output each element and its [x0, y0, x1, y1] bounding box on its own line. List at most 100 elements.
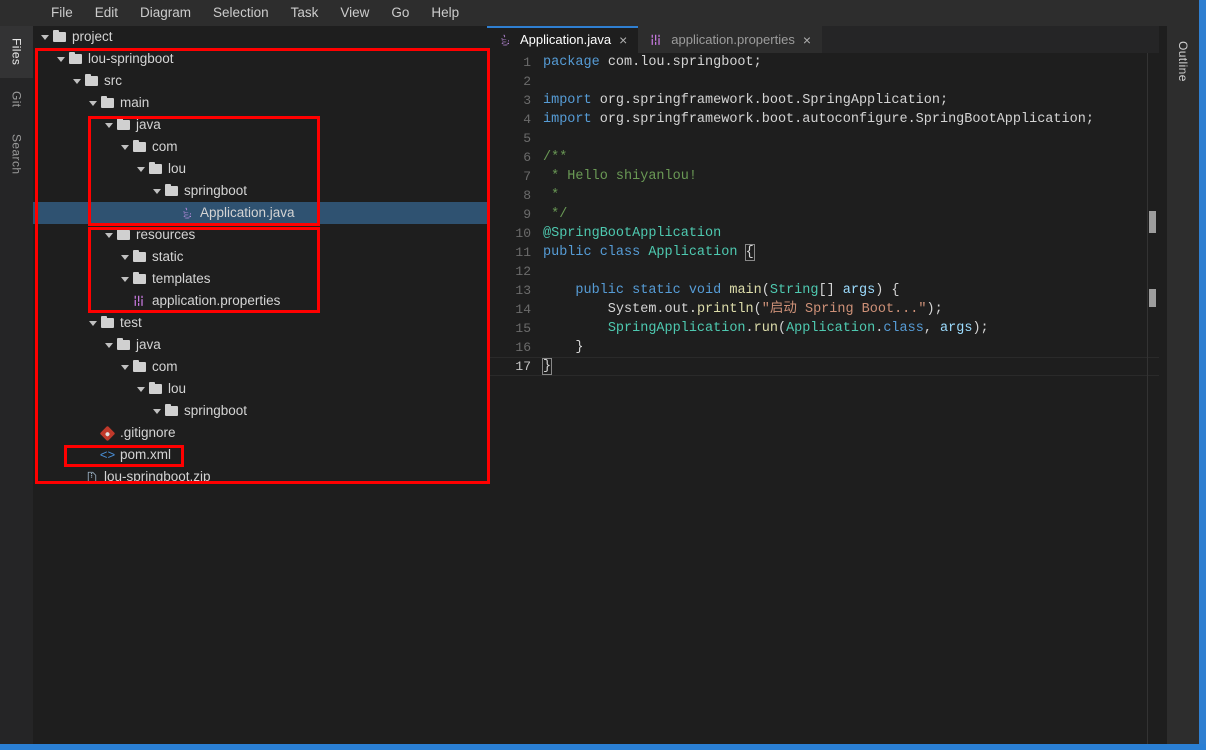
code-line: 8 * — [487, 186, 1159, 205]
code-token: class — [883, 321, 924, 336]
tree-item-pom-xml[interactable]: <> pom.xml — [33, 444, 487, 466]
tree-item-label: static — [152, 249, 184, 264]
folder-icon — [163, 400, 180, 422]
file-explorer-tree[interactable]: project lou-springboot src main java com lou sp… — [33, 26, 487, 744]
code-token: SpringApplication — [607, 321, 746, 336]
code-token: String — [769, 283, 819, 298]
line-number: 2 — [523, 74, 531, 89]
chevron-down-icon[interactable] — [118, 356, 131, 378]
rail-item-files[interactable]: Files — [0, 26, 33, 78]
code-content[interactable]: 1 package com.lou.springboot; 2 3 import org… — [487, 53, 1159, 744]
editor-tab-bar: Application.java × application.properties × — [487, 26, 1159, 53]
tree-item-label: lou-springboot — [88, 51, 174, 66]
folder-icon — [83, 70, 100, 92]
tree-item-src[interactable]: src — [33, 70, 487, 92]
editor-tab-application-properties[interactable]: application.properties × — [638, 26, 823, 53]
folder-icon — [51, 26, 68, 48]
editor-tab-application-java[interactable]: Application.java × — [487, 26, 639, 53]
folder-icon — [163, 180, 180, 202]
tree-item-label: resources — [136, 227, 196, 242]
code-token: ; — [1085, 112, 1094, 127]
code-token: ); — [972, 321, 989, 336]
tree-item-lou[interactable]: lou — [33, 158, 487, 180]
code-token: System.out. — [543, 302, 697, 317]
chevron-down-icon[interactable] — [38, 26, 51, 48]
tree-item-label: Application.java — [200, 205, 295, 220]
chevron-down-icon[interactable] — [102, 334, 115, 356]
menu-item-selection[interactable]: Selection — [202, 1, 280, 25]
code-line-text: package com.lou.springboot; — [543, 53, 762, 72]
editor-tab-label: Application.java — [520, 32, 612, 47]
chevron-down-icon[interactable] — [118, 246, 131, 268]
ide-window: File Edit Diagram Selection Task View Go Help F… — [0, 0, 1206, 750]
line-number: 6 — [523, 150, 531, 165]
menu-item-view[interactable]: View — [329, 1, 380, 25]
code-line: 10 @SpringBootApplication — [487, 224, 1159, 243]
tree-item-lou[interactable]: lou — [33, 378, 487, 400]
code-line: 9 */ — [487, 205, 1159, 224]
menu-item-help[interactable]: Help — [420, 1, 470, 25]
tree-item-label: lou — [168, 161, 187, 176]
menu-item-task[interactable]: Task — [280, 1, 330, 25]
tree-item-label: springboot — [184, 403, 248, 418]
chevron-down-icon[interactable] — [70, 70, 83, 92]
chevron-down-icon[interactable] — [102, 114, 115, 136]
folder-icon — [147, 378, 164, 400]
menu-item-file[interactable]: File — [40, 1, 84, 25]
tree-item-resources[interactable]: resources — [33, 224, 487, 246]
tree-item-gitignore[interactable]: .gitignore — [33, 422, 487, 444]
code-line: 3 import org.springframework.boot.SpringA… — [487, 91, 1159, 110]
menu-item-go[interactable]: Go — [380, 1, 420, 25]
tree-item-label: test — [120, 315, 142, 330]
menu-item-edit[interactable]: Edit — [84, 1, 129, 25]
code-token: com.lou.springboot — [607, 55, 754, 70]
chevron-down-icon[interactable] — [150, 180, 163, 202]
chevron-down-icon[interactable] — [86, 312, 99, 334]
chevron-down-icon[interactable] — [118, 136, 131, 158]
code-token: ( — [761, 283, 770, 298]
chevron-down-icon[interactable] — [150, 400, 163, 422]
line-number: 16 — [515, 340, 531, 355]
tree-item-templates[interactable]: templates — [33, 268, 487, 290]
chevron-down-icon[interactable] — [134, 158, 147, 180]
folder-icon — [115, 224, 132, 246]
tree-item-lou-springboot-zip[interactable]: lou-springboot.zip — [33, 466, 487, 488]
close-icon[interactable]: × — [801, 33, 813, 47]
gitignore-file-icon — [99, 422, 116, 444]
tree-item-application-properties[interactable]: application.properties — [33, 290, 487, 312]
chevron-down-icon[interactable] — [118, 268, 131, 290]
tree-item-com[interactable]: com — [33, 136, 487, 158]
rail-item-search[interactable]: Search — [0, 120, 33, 188]
chevron-down-icon[interactable] — [134, 378, 147, 400]
line-number: 9 — [523, 207, 531, 222]
twisty-placeholder — [118, 290, 131, 312]
tree-item-project[interactable]: project — [33, 26, 487, 48]
code-token: "启动 Spring Boot..." — [761, 302, 927, 317]
close-icon[interactable]: × — [617, 33, 629, 47]
menu-item-diagram[interactable]: Diagram — [129, 1, 202, 25]
rail-item-outline[interactable]: Outline — [1167, 26, 1199, 96]
tree-item-java[interactable]: java — [33, 334, 487, 356]
tree-item-label: src — [104, 73, 122, 88]
tree-item-lou-springboot[interactable]: lou-springboot — [33, 48, 487, 70]
tree-item-main[interactable]: main — [33, 92, 487, 114]
tree-item-com[interactable]: com — [33, 356, 487, 378]
chevron-down-icon[interactable] — [54, 48, 67, 70]
tree-item-test[interactable]: test — [33, 312, 487, 334]
editor-scrollbar[interactable] — [1145, 53, 1159, 744]
tree-item-static[interactable]: static — [33, 246, 487, 268]
tree-item-application-java[interactable]: Application.java — [33, 202, 487, 224]
code-line: 7 * Hello shiyanlou! — [487, 167, 1159, 186]
tree-item-java[interactable]: java — [33, 114, 487, 136]
line-number: 11 — [515, 245, 531, 260]
tree-item-springboot[interactable]: springboot — [33, 180, 487, 202]
rail-item-git[interactable]: Git — [0, 78, 33, 120]
tree-item-springboot[interactable]: springboot — [33, 400, 487, 422]
chevron-down-icon[interactable] — [102, 224, 115, 246]
code-token: ( — [753, 302, 762, 317]
folder-icon — [131, 246, 148, 268]
code-line: 11 public class Application { — [487, 243, 1159, 262]
tree-item-label: main — [120, 95, 150, 110]
chevron-down-icon[interactable] — [86, 92, 99, 114]
